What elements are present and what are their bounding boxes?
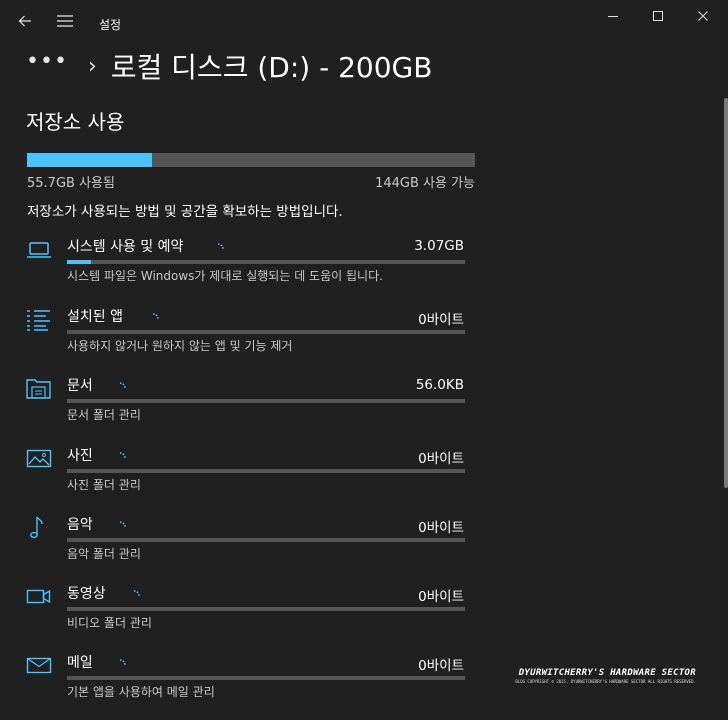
category-size: 0바이트 xyxy=(418,658,464,674)
category-usage-fill xyxy=(67,260,91,264)
category-name: 동영상 xyxy=(67,586,106,602)
category-usage-bar xyxy=(67,469,465,473)
back-arrow-icon xyxy=(18,15,31,27)
category-pictures[interactable]: 사진 0바이트 사진 폴더 관리 xyxy=(26,445,466,509)
category-name: 설치된 앱 xyxy=(67,309,123,325)
scrollbar[interactable] xyxy=(724,98,728,488)
category-usage-bar xyxy=(67,538,465,542)
category-description: 사용하지 않거나 원하지 않는 앱 및 기능 제거 xyxy=(67,339,293,353)
category-size: 0바이트 xyxy=(418,589,464,605)
loading-spinner-icon xyxy=(114,656,126,668)
storage-section-title: 저장소 사용 xyxy=(26,110,125,134)
breadcrumb: ••• › 로컬 디스크 (D:) - 200GB xyxy=(26,44,432,88)
laptop-icon xyxy=(26,236,52,262)
category-apps[interactable]: 설치된 앱 0바이트 사용하지 않거나 원하지 않는 앱 및 기능 제거 xyxy=(26,306,466,370)
mail-icon xyxy=(26,652,52,678)
category-music[interactable]: 음악 0바이트 음악 폴더 관리 xyxy=(26,514,466,578)
maximize-icon xyxy=(653,11,663,21)
category-mail[interactable]: 메일 0바이트 기본 앱을 사용하여 메일 관리 xyxy=(26,652,466,716)
category-videos[interactable]: 동영상 0바이트 비디오 폴더 관리 xyxy=(26,583,466,647)
category-documents[interactable]: 문서 56.0KB 문서 폴더 관리 xyxy=(26,375,466,439)
loading-spinner-icon xyxy=(114,518,126,530)
category-size: 0바이트 xyxy=(418,312,464,328)
category-usage-bar xyxy=(67,399,465,403)
apps-list-icon xyxy=(26,306,52,332)
category-usage-bar xyxy=(67,676,465,680)
category-description: 문서 폴더 관리 xyxy=(67,408,141,422)
maximize-button[interactable] xyxy=(635,0,681,32)
title-bar: 설정 xyxy=(0,0,728,46)
category-system[interactable]: 시스템 사용 및 예약 3.07GB 시스템 파일은 Windows가 제대로 … xyxy=(26,236,466,300)
category-size: 56.0KB xyxy=(415,377,464,393)
storage-description: 저장소가 사용되는 방법 및 공간을 확보하는 방법입니다. xyxy=(27,204,343,220)
category-name: 문서 xyxy=(67,378,93,394)
loading-spinner-icon xyxy=(114,449,126,461)
navigation-menu-button[interactable] xyxy=(50,6,80,36)
loading-spinner-icon xyxy=(212,240,224,252)
category-name: 메일 xyxy=(67,655,93,671)
close-icon xyxy=(698,11,708,21)
loading-spinner-icon xyxy=(114,379,126,391)
category-name: 사진 xyxy=(67,448,93,464)
minimize-icon xyxy=(608,16,618,17)
category-size: 3.07GB xyxy=(414,238,464,254)
app-title: 설정 xyxy=(99,18,122,32)
watermark-copyright: BLOG COPYRIGHT © 2015, DYURWITCHERRY'S H… xyxy=(515,679,696,684)
breadcrumb-overflow-button[interactable]: ••• xyxy=(26,51,68,73)
pictures-icon xyxy=(26,445,52,471)
hamburger-icon xyxy=(57,15,73,27)
watermark: DYURWITCHERRY'S HARDWARE SECTOR BLOG COP… xyxy=(515,668,696,684)
category-name: 음악 xyxy=(67,517,93,533)
storage-usage-fill xyxy=(27,153,152,167)
category-description: 기본 앱을 사용하여 메일 관리 xyxy=(67,685,215,699)
watermark-title: DYURWITCHERRY'S HARDWARE SECTOR xyxy=(518,668,696,678)
loading-spinner-icon xyxy=(147,310,159,322)
documents-folder-icon xyxy=(26,375,52,401)
back-button[interactable] xyxy=(10,6,40,36)
loading-spinner-icon xyxy=(128,587,140,599)
chevron-right-icon: › xyxy=(87,53,97,79)
category-name: 시스템 사용 및 예약 xyxy=(67,239,184,255)
category-description: 시스템 파일은 Windows가 제대로 실행되는 데 도움이 됩니다. xyxy=(67,269,383,283)
used-space-label: 55.7GB 사용됨 xyxy=(27,176,115,191)
category-usage-bar xyxy=(67,607,465,611)
video-camera-icon xyxy=(26,583,52,609)
category-description: 비디오 폴더 관리 xyxy=(67,616,152,630)
page-title: 로컬 디스크 (D:) - 200GB xyxy=(110,51,433,84)
free-space-label: 144GB 사용 가능 xyxy=(375,176,475,191)
category-description: 음악 폴더 관리 xyxy=(67,547,141,561)
music-note-icon xyxy=(26,514,52,540)
close-button[interactable] xyxy=(680,0,726,32)
category-size: 0바이트 xyxy=(418,451,464,467)
category-size: 0바이트 xyxy=(418,520,464,536)
minimize-button[interactable] xyxy=(590,0,636,32)
category-usage-bar xyxy=(67,260,465,264)
category-usage-bar xyxy=(67,330,465,334)
category-description: 사진 폴더 관리 xyxy=(67,478,141,492)
storage-usage-bar xyxy=(27,153,475,167)
